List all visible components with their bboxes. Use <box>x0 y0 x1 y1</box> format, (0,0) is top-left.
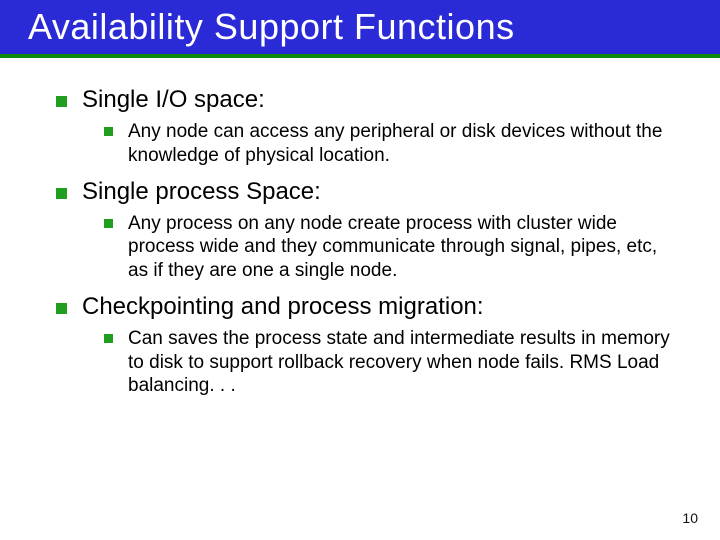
slide: Availability Support Functions Single I/… <box>0 0 720 540</box>
bullet-list-level2: Can saves the process state and intermed… <box>82 327 680 398</box>
list-item: Single I/O space: Any node can access an… <box>56 86 680 168</box>
bullet-list-level1: Single I/O space: Any node can access an… <box>56 86 680 398</box>
slide-content: Single I/O space: Any node can access an… <box>0 58 720 398</box>
title-band: Availability Support Functions <box>0 0 720 54</box>
bullet-list-level2: Any node can access any peripheral or di… <box>82 120 680 168</box>
page-number: 10 <box>682 510 698 526</box>
list-item: Single process Space: Any process on any… <box>56 178 680 283</box>
list-item: Checkpointing and process migration: Can… <box>56 293 680 398</box>
list-item: Can saves the process state and intermed… <box>104 327 680 398</box>
list-item: Any node can access any peripheral or di… <box>104 120 680 168</box>
bullet-heading: Single process Space: <box>82 178 321 205</box>
slide-title: Availability Support Functions <box>28 6 720 48</box>
bullet-heading: Checkpointing and process migration: <box>82 293 484 320</box>
bullet-heading: Single I/O space: <box>82 86 265 113</box>
list-item: Any process on any node create process w… <box>104 212 680 283</box>
bullet-list-level2: Any process on any node create process w… <box>82 212 680 283</box>
